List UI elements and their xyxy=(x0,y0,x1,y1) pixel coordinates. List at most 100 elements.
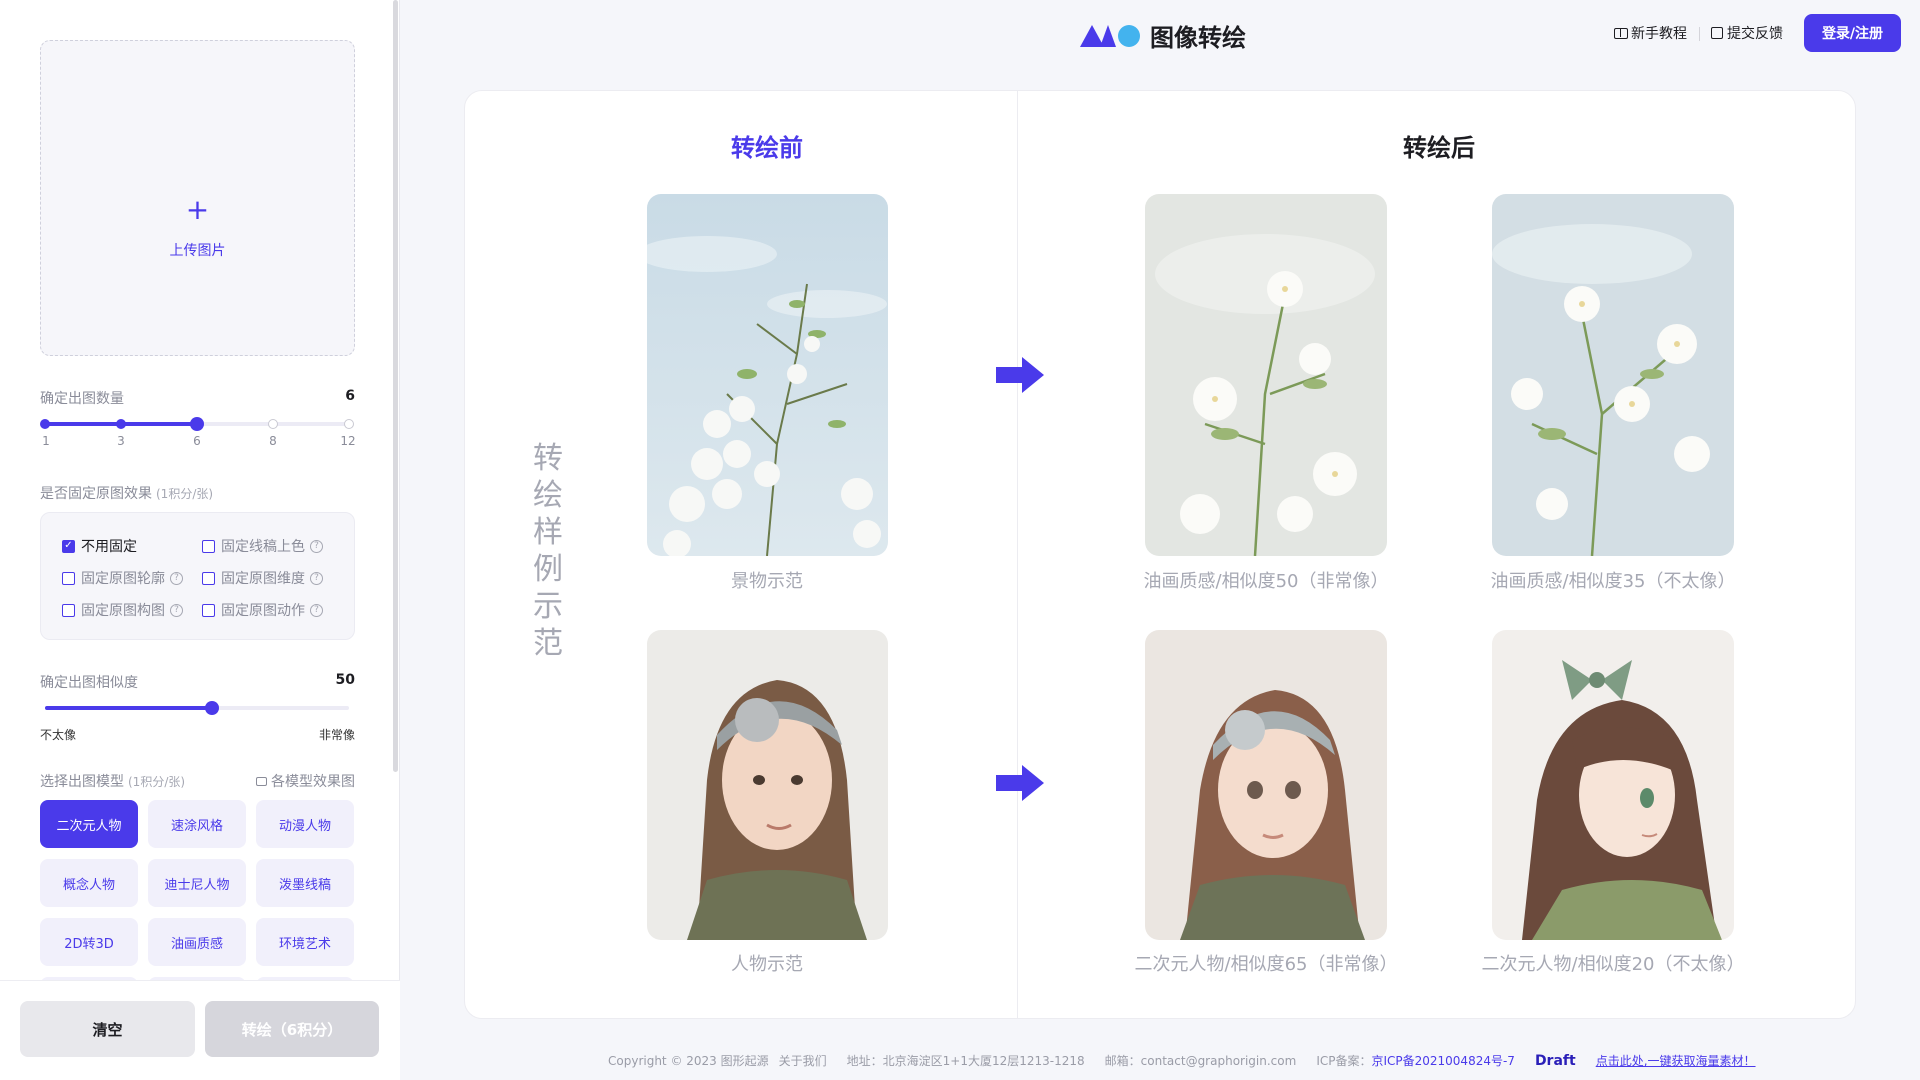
checkbox-icon[interactable] xyxy=(202,539,215,553)
image-icon xyxy=(256,776,267,786)
landscape-output-image-1 xyxy=(1145,194,1387,556)
count-tick-label: 1 xyxy=(42,434,50,448)
landscape-output-caption-2: 油画质感/相似度35（不太像） xyxy=(1490,571,1736,592)
book-icon xyxy=(1614,27,1628,39)
count-slider[interactable] xyxy=(40,417,354,431)
footer-email: 邮箱：contact@graphorigin.com xyxy=(1104,1054,1297,1068)
sidebar-scroll-area: + 上传图片 确定出图数量 6 1 3 6 8 12 是否固定原图效果 (1积分/… xyxy=(0,0,400,980)
count-tick-label: 8 xyxy=(269,434,277,448)
vertical-char: 转 xyxy=(533,441,563,476)
card-divider xyxy=(1017,90,1018,1019)
vertical-char: 例 xyxy=(533,552,563,587)
person-source-image xyxy=(647,630,888,940)
plus-icon: + xyxy=(185,193,210,226)
vertical-char: 样 xyxy=(533,515,563,550)
help-icon[interactable]: ? xyxy=(310,539,323,553)
logo-circle xyxy=(1118,24,1140,47)
fix-option-composition[interactable]: 固定原图构图 ? xyxy=(62,600,183,620)
model-button-speed-paint[interactable]: 速涂风格 xyxy=(148,800,246,848)
sidebar-action-bar: 清空 转绘（6积分） xyxy=(0,980,400,1080)
similarity-label: 确定出图相似度 xyxy=(40,675,138,691)
count-tick-label: 3 xyxy=(117,434,125,448)
model-button-concept-character[interactable]: 概念人物 xyxy=(40,859,138,907)
header-divider xyxy=(1699,27,1700,41)
sidebar-scrollbar[interactable] xyxy=(393,0,398,772)
model-button-2d-to-3d[interactable]: 2D转3D xyxy=(40,918,138,966)
feedback-link[interactable]: 提交反馈 xyxy=(1711,23,1783,43)
person-output-image-1 xyxy=(1145,630,1387,940)
before-title: 转绘前 xyxy=(731,134,803,162)
tutorial-link[interactable]: 新手教程 xyxy=(1614,23,1687,43)
checkbox-icon[interactable] xyxy=(202,603,215,617)
app-logo[interactable]: 图像转绘 xyxy=(1080,18,1246,53)
checkbox-icon[interactable] xyxy=(202,571,215,585)
draft-promo-link[interactable]: 点击此处,一键获取海量素材！ xyxy=(1596,1052,1756,1069)
footer-address: 地址：北京海淀区1+1大厦12层1213-1218 xyxy=(846,1054,1085,1068)
vertical-char: 范 xyxy=(533,626,563,661)
count-tick-12[interactable] xyxy=(344,419,354,429)
vertical-char: 绘 xyxy=(533,478,563,513)
landscape-output-caption-1: 油画质感/相似度50（非常像） xyxy=(1143,571,1389,592)
count-label: 确定出图数量 xyxy=(40,391,124,407)
count-tick-8[interactable] xyxy=(268,419,278,429)
help-icon[interactable]: ? xyxy=(170,603,183,617)
fix-option-pose[interactable]: 固定原图动作 ? xyxy=(202,600,323,620)
fix-option-label: 固定原图轮廓 xyxy=(81,571,165,587)
help-icon[interactable]: ? xyxy=(310,571,323,585)
count-value: 6 xyxy=(345,388,355,404)
fix-option-dimension[interactable]: 固定原图维度 ? xyxy=(202,568,323,588)
similarity-slider-handle[interactable] xyxy=(205,701,220,715)
fix-label: 是否固定原图效果 (1积分/张) xyxy=(40,483,213,503)
count-slider-handle[interactable] xyxy=(190,417,204,431)
convert-button[interactable]: 转绘（6积分） xyxy=(205,1001,379,1057)
person-source-caption: 人物示范 xyxy=(731,954,803,975)
similarity-max-label: 非常像 xyxy=(318,728,355,742)
similarity-slider[interactable] xyxy=(45,701,349,715)
feedback-label: 提交反馈 xyxy=(1727,26,1783,42)
checkbox-icon[interactable] xyxy=(62,603,75,617)
count-tick-label: 12 xyxy=(340,434,356,448)
checkbox-checked-icon[interactable] xyxy=(62,539,75,553)
model-label-text: 选择出图模型 xyxy=(40,774,124,790)
similarity-slider-fill xyxy=(45,706,213,710)
app-title: 图像转绘 xyxy=(1150,24,1246,52)
model-button-ink-lineart[interactable]: 泼墨线稿 xyxy=(256,859,354,907)
checkbox-icon[interactable] xyxy=(62,571,75,585)
fix-option-lineart[interactable]: 固定线稿上色 ? xyxy=(202,536,323,556)
fix-option-none[interactable]: 不用固定 xyxy=(62,536,137,556)
upload-dropzone[interactable]: + 上传图片 xyxy=(40,40,355,356)
person-output-caption-2: 二次元人物/相似度20（不太像） xyxy=(1481,954,1745,975)
draft-logo: Draft xyxy=(1534,1052,1576,1069)
arrow-right-icon xyxy=(996,765,1044,801)
model-preview-link-label: 各模型效果图 xyxy=(271,774,355,790)
fix-label-text: 是否固定原图效果 xyxy=(40,486,152,502)
landscape-source-caption: 景物示范 xyxy=(731,571,803,592)
footer-about-link[interactable]: 关于我们 xyxy=(779,1052,827,1069)
footer-icp-link[interactable]: 京ICP备2021004824号-7 xyxy=(1371,1054,1514,1068)
similarity-min-label: 不太像 xyxy=(40,728,77,742)
login-button[interactable]: 登录/注册 xyxy=(1804,14,1901,52)
count-tick-3[interactable] xyxy=(116,419,126,429)
after-title: 转绘后 xyxy=(1403,134,1475,162)
fix-option-label: 固定线稿上色 xyxy=(221,539,305,555)
count-tick-label: 6 xyxy=(193,434,201,448)
person-output-image-2 xyxy=(1492,630,1734,940)
sidebar: + 上传图片 确定出图数量 6 1 3 6 8 12 是否固定原图效果 (1积分/… xyxy=(0,0,400,1080)
model-preview-link[interactable]: 各模型效果图 xyxy=(256,771,355,791)
upload-label: 上传图片 xyxy=(169,243,226,259)
model-label-sub: (1积分/张) xyxy=(128,775,186,789)
logo-triangle xyxy=(1100,24,1116,47)
fix-label-sub: (1积分/张) xyxy=(156,487,214,501)
model-button-disney-character[interactable]: 迪士尼人物 xyxy=(148,859,246,907)
model-button-anime-figure[interactable]: 动漫人物 xyxy=(256,800,354,848)
help-icon[interactable]: ? xyxy=(310,603,323,617)
model-button-anime-character[interactable]: 二次元人物 xyxy=(40,800,138,848)
footer-copyright: Copyright © 2023 图形起源 xyxy=(608,1054,769,1068)
model-button-oil-painting[interactable]: 油画质感 xyxy=(148,918,246,966)
fix-option-outline[interactable]: 固定原图轮廓 ? xyxy=(62,568,183,588)
model-button-environment-art[interactable]: 环境艺术 xyxy=(256,918,354,966)
count-tick-1[interactable] xyxy=(40,419,50,429)
footer-icp: ICP备案：京ICP备2021004824号-7 xyxy=(1316,1052,1515,1069)
help-icon[interactable]: ? xyxy=(170,571,183,585)
clear-button[interactable]: 清空 xyxy=(20,1001,195,1057)
